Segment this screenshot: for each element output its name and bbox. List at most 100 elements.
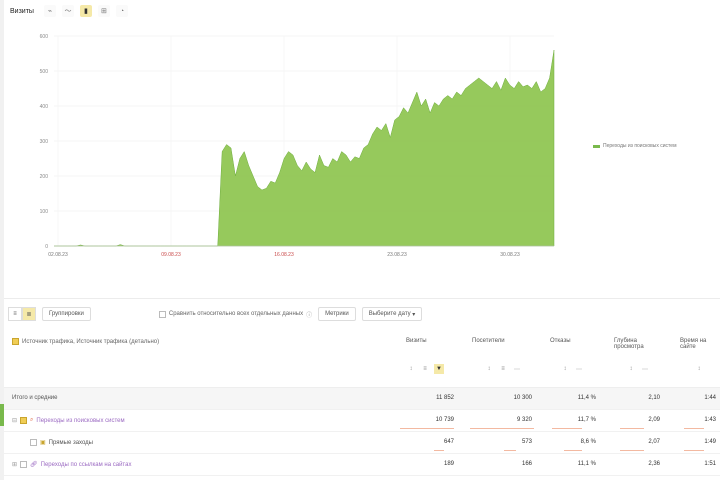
y-tick-label: 0 (45, 244, 48, 250)
visitors-share-bar (470, 428, 534, 429)
y-tick-label: 200 (40, 174, 49, 180)
metrics-button[interactable]: Метрики (318, 307, 356, 321)
row-bounces: 11,7 % (577, 417, 596, 423)
row-time: 1:51 (704, 461, 716, 467)
view-toggle: ≡ ≣ (8, 307, 36, 321)
row-label[interactable]: Прямые заходы (49, 440, 93, 446)
direct-visit-icon: ▣ (40, 440, 46, 446)
pie-chart-icon[interactable]: ◔ (115, 5, 128, 17)
sort-icon[interactable]: ↕ (560, 364, 570, 374)
bounces-share-bar (564, 450, 582, 451)
date-select-label: Выберите дату (368, 311, 411, 317)
expand-icon[interactable]: ⊞ (12, 461, 17, 468)
row-label[interactable]: Переходы из поисковых систем (36, 418, 124, 424)
row-label[interactable]: Переходы по ссылкам на сайтах (41, 462, 132, 468)
groupings-button[interactable]: Группировки (42, 307, 91, 321)
total-time: 1:44 (704, 395, 716, 401)
more-icon[interactable]: ⋯ (512, 364, 522, 374)
table-row[interactable]: ⊞ 🔗︎ Переходы по ссылкам на сайтах 189 1… (4, 454, 720, 476)
filter-icon[interactable]: ≡ (498, 364, 508, 374)
column-header-bounces[interactable]: Отказы (550, 338, 571, 344)
visitors-sort: ↕ ≡ ⋯ (484, 364, 522, 374)
bounces-share-bar (552, 428, 582, 429)
row-visitors: 9 320 (516, 417, 532, 423)
checkbox-box[interactable] (20, 417, 28, 424)
checkbox-box[interactable] (158, 310, 166, 318)
y-tick-label: 400 (40, 104, 49, 110)
row-item[interactable]: ▣ Прямые заходы (30, 439, 93, 446)
help-icon[interactable]: ⓘ (306, 310, 312, 319)
list-view-button[interactable]: ≡ (8, 307, 22, 321)
time-share-bar (684, 450, 704, 451)
time-share-bar (684, 428, 704, 429)
depth-sort: ↕ ⋯ (626, 364, 650, 374)
table-controls: ≡ ≣ Группировки Сравнить относительно вс… (8, 306, 720, 322)
x-tick-label: 09.08.23 (161, 252, 181, 258)
column-header-visits[interactable]: Визиты (406, 338, 427, 344)
report-table: Источник трафика, Источник трафика (дета… (4, 330, 720, 476)
grid-icon[interactable]: ⊞ (97, 5, 110, 17)
row-bounces: 11,1 % (577, 461, 596, 467)
y-tick-label: 600 (40, 34, 49, 40)
dimension-checkbox[interactable] (12, 338, 19, 345)
column-header-time[interactable]: Время на сайте (680, 338, 720, 350)
sort-icon[interactable]: ↕ (626, 364, 636, 374)
column-header-depth[interactable]: Глубина просмотра (614, 338, 662, 350)
chart-legend[interactable]: Переходы из поисковых систем (593, 143, 677, 149)
table-row[interactable]: ⊟ ⌕ Переходы из поисковых систем 10 739 … (4, 410, 720, 432)
dimension-header-label: Источник трафика, Источник трафика (дета… (22, 338, 160, 345)
sort-icon[interactable]: ↕ (484, 364, 494, 374)
bar-chart-icon[interactable]: ▮ (79, 5, 92, 17)
dimension-header[interactable]: Источник трафика, Источник трафика (дета… (12, 338, 159, 345)
visits-share-bar (434, 450, 444, 451)
visits-chart: 0 100 200 300 400 500 600 02.08.23 09.08.23 16.08… (40, 34, 555, 258)
area-chart-icon[interactable]: 〜 (61, 5, 74, 17)
row-visitors: 573 (521, 439, 532, 445)
sort-icon[interactable]: ↕ (694, 364, 704, 374)
sort-desc-icon[interactable]: ▼ (434, 364, 444, 374)
compare-checkbox[interactable]: Сравнить относительно всех отдельных дан… (158, 310, 312, 319)
time-sort: ↕ (694, 364, 704, 374)
row-depth: 2,36 (648, 461, 660, 467)
visits-sort: ↕ ≡ ▼ (406, 364, 444, 374)
link-icon: 🔗︎ (30, 462, 38, 468)
row-expander[interactable]: ⊟ ⌕ Переходы из поисковых систем (12, 417, 125, 424)
table-row-total: Итого и средние 11 852 10 300 11,4 % 2,1… (4, 388, 720, 410)
row-visitors: 166 (521, 461, 532, 467)
row-time: 1:43 (704, 417, 716, 423)
sort-icon[interactable]: ↕ (406, 364, 416, 374)
row-checkbox[interactable] (20, 417, 28, 424)
row-expander[interactable]: ⊞ 🔗︎ Переходы по ссылкам на сайтах (12, 461, 131, 468)
expand-icon[interactable]: ⊟ (12, 417, 17, 424)
x-tick-label: 16.08.23 (274, 252, 294, 258)
depth-share-bar (620, 428, 644, 429)
row-visits: 189 (443, 461, 454, 467)
y-tick-label: 500 (40, 69, 49, 75)
series-area[interactable] (54, 49, 555, 247)
date-select[interactable]: Выберите дату ▾ (361, 307, 423, 321)
more-icon[interactable]: ⋯ (640, 364, 650, 374)
total-label: Итого и средние (12, 395, 58, 401)
row-bounces: 8,6 % (580, 439, 596, 445)
tree-view-button[interactable]: ≣ (22, 307, 36, 321)
checkbox-box[interactable] (20, 461, 28, 468)
table-row[interactable]: ▣ Прямые заходы 647 573 8,6 % 2,07 1:49 (4, 432, 720, 454)
search-engine-icon: ⌕ (30, 417, 34, 423)
visitors-share-bar (504, 450, 516, 451)
line-chart-icon[interactable]: ⌁ (43, 5, 56, 17)
total-visitors: 10 300 (513, 395, 532, 401)
legend-swatch (593, 144, 600, 148)
table-header: Источник трафика, Источник трафика (дета… (4, 330, 720, 388)
column-header-visitors[interactable]: Посетители (472, 338, 505, 344)
section-divider (4, 298, 720, 299)
row-depth: 2,09 (648, 417, 660, 423)
x-tick-label: 02.08.23 (48, 252, 68, 258)
filter-icon[interactable]: ≡ (420, 364, 430, 374)
total-depth: 2,10 (648, 395, 660, 401)
row-checkbox[interactable] (20, 461, 28, 468)
bounces-sort: ↕ ⋯ (560, 364, 584, 374)
checkbox-box[interactable] (30, 439, 37, 446)
row-checkbox[interactable] (30, 439, 37, 446)
total-bounces: 11,4 % (577, 395, 596, 401)
more-icon[interactable]: ⋯ (574, 364, 584, 374)
